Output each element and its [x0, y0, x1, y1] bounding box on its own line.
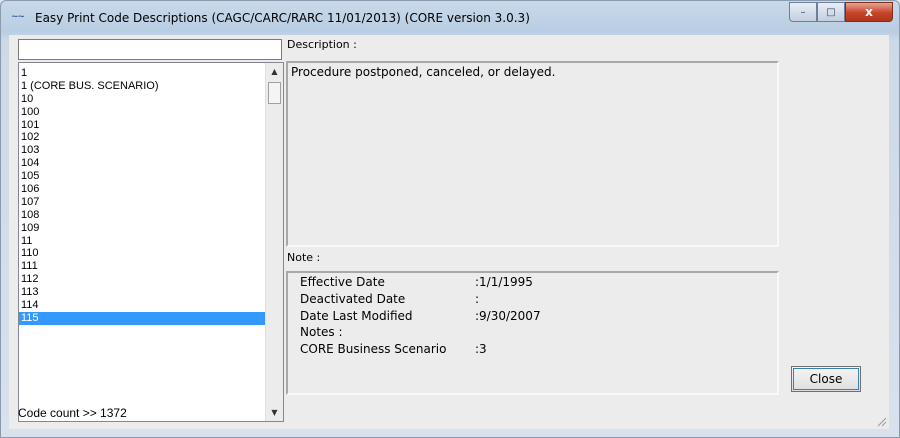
- code-list-item[interactable]: 110: [19, 247, 265, 260]
- code-list-item[interactable]: 101: [19, 119, 265, 132]
- note-key: Effective Date: [300, 275, 385, 289]
- code-list-item[interactable]: 115: [19, 311, 265, 325]
- note-key: Date Last Modified: [300, 309, 413, 323]
- code-list[interactable]: 11 (CORE BUS. SCENARIO) 10 100 101 102 103 104…: [18, 62, 284, 422]
- title-bar[interactable]: ~~ Easy Print Code Descriptions (CAGC/CA…: [1, 1, 900, 35]
- note-key: Deactivated Date: [300, 292, 406, 306]
- code-list-item[interactable]: 104: [19, 157, 265, 170]
- close-button[interactable]: Close: [791, 366, 861, 392]
- close-icon: x: [865, 5, 873, 19]
- code-list-items: 11 (CORE BUS. SCENARIO) 10 100 101 102 103 104…: [19, 67, 265, 325]
- code-list-item[interactable]: 105: [19, 170, 265, 183]
- app-icon: ~~: [11, 12, 25, 22]
- description-text: Procedure postponed, canceled, or delaye…: [291, 65, 556, 79]
- code-list-item[interactable]: 1 (CORE BUS. SCENARIO): [19, 80, 265, 93]
- code-list-item[interactable]: 112: [19, 273, 265, 286]
- resize-grip-icon[interactable]: [875, 415, 887, 427]
- code-list-item[interactable]: 11: [19, 235, 265, 248]
- note-value: :3: [475, 342, 487, 356]
- scroll-up-icon[interactable]: ▲: [266, 63, 283, 80]
- client-area: 11 (CORE BUS. SCENARIO) 10 100 101 102 103 104…: [9, 35, 889, 429]
- note-key: CORE Business Scenario: [300, 342, 447, 356]
- code-list-item[interactable]: 107: [19, 196, 265, 209]
- minimize-icon: –: [800, 6, 806, 18]
- note-box: Effective Date :1/1/1995 Deactivated Dat…: [286, 271, 779, 395]
- code-list-scrollbar[interactable]: ▲ ▼: [265, 63, 283, 421]
- note-label: Note :: [287, 251, 321, 264]
- close-window-button[interactable]: x: [845, 2, 893, 22]
- description-label: Description :: [287, 38, 357, 51]
- code-count: Code count >> 1372: [18, 406, 127, 420]
- code-list-item[interactable]: 111: [19, 260, 265, 273]
- maximize-button[interactable]: □: [817, 2, 845, 22]
- maximize-icon: □: [826, 6, 836, 18]
- code-list-item[interactable]: 1: [19, 67, 265, 80]
- window-controls: – □ x: [789, 2, 893, 22]
- description-box: Procedure postponed, canceled, or delaye…: [286, 61, 779, 247]
- window-title: Easy Print Code Descriptions (CAGC/CARC/…: [35, 11, 530, 25]
- code-list-item[interactable]: 113: [19, 286, 265, 299]
- code-list-item[interactable]: 106: [19, 183, 265, 196]
- scroll-down-icon[interactable]: ▼: [266, 404, 283, 421]
- code-list-item[interactable]: 109: [19, 222, 265, 235]
- code-list-item[interactable]: 100: [19, 106, 265, 119]
- note-value: :: [475, 292, 480, 306]
- note-value: :1/1/1995: [475, 275, 533, 289]
- code-list-item[interactable]: 102: [19, 131, 265, 144]
- code-list-item[interactable]: 114: [19, 299, 265, 312]
- scroll-thumb[interactable]: [268, 82, 281, 104]
- code-search-input[interactable]: [18, 39, 282, 60]
- note-value: :9/30/2007: [475, 309, 541, 323]
- code-list-item[interactable]: 10: [19, 93, 265, 106]
- note-key: Notes :: [300, 325, 343, 339]
- code-list-item[interactable]: 108: [19, 209, 265, 222]
- code-list-item[interactable]: 103: [19, 144, 265, 157]
- minimize-button[interactable]: –: [789, 2, 817, 22]
